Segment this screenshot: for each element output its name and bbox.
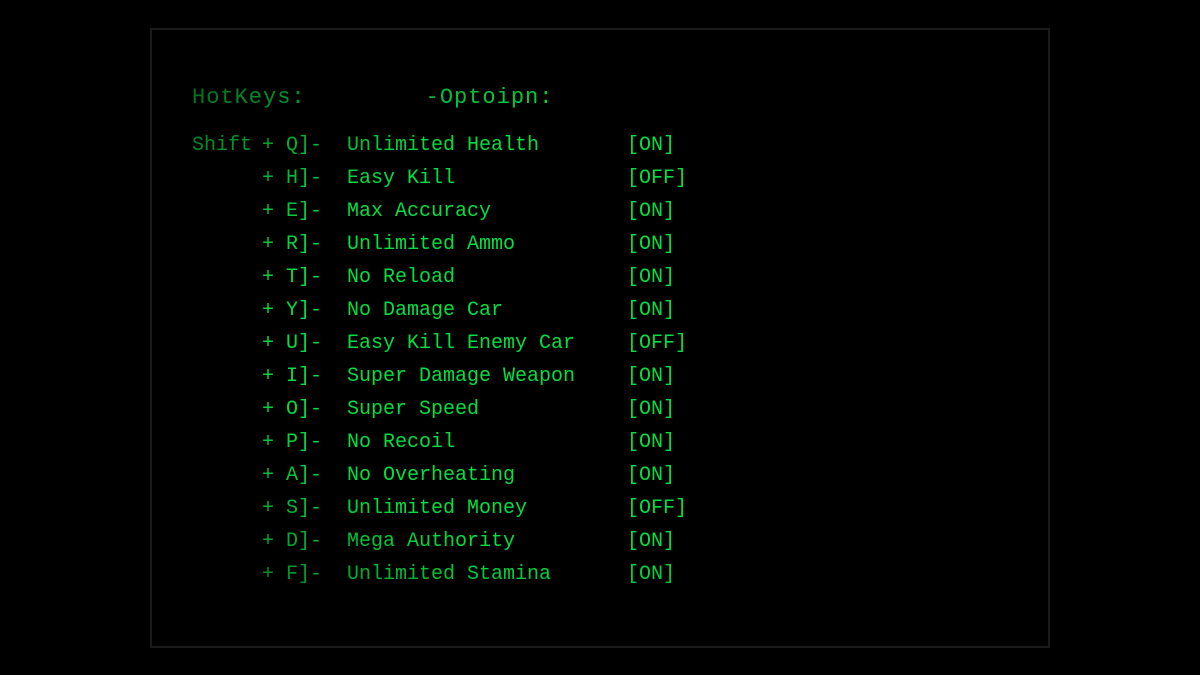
option-name-7: Super Damage Weapon <box>347 361 627 392</box>
option-status-5: [ON] <box>627 295 675 326</box>
option-name-9: No Recoil <box>347 427 627 458</box>
hotkey-key-1: + H]- <box>262 163 347 194</box>
option-status-8: [ON] <box>627 394 675 425</box>
option-header: -Optoipn: <box>426 85 554 110</box>
option-status-1: [OFF] <box>627 163 687 194</box>
option-row: + I]-Super Damage Weapon[ON] <box>192 361 1008 392</box>
main-container: HotKeys: -Optoipn: Shift+ Q]-Unlimited H… <box>150 28 1050 648</box>
option-row: + S]-Unlimited Money[OFF] <box>192 493 1008 524</box>
option-name-6: Easy Kill Enemy Car <box>347 328 627 359</box>
hotkey-key-13: + F]- <box>262 559 347 590</box>
option-status-2: [ON] <box>627 196 675 227</box>
option-status-3: [ON] <box>627 229 675 260</box>
hotkey-key-11: + S]- <box>262 493 347 524</box>
header-row: HotKeys: -Optoipn: <box>192 85 1008 110</box>
option-status-12: [ON] <box>627 526 675 557</box>
option-name-13: Unlimited Stamina <box>347 559 627 590</box>
hotkey-key-3: + R]- <box>262 229 347 260</box>
hotkey-key-4: + T]- <box>262 262 347 293</box>
cheat-panel: HotKeys: -Optoipn: Shift+ Q]-Unlimited H… <box>152 55 1048 620</box>
option-name-11: Unlimited Money <box>347 493 627 524</box>
hotkey-key-6: + U]- <box>262 328 347 359</box>
option-status-10: [ON] <box>627 460 675 491</box>
hotkey-key-0: + Q]- <box>262 130 347 161</box>
option-row: + Y]-No Damage Car[ON] <box>192 295 1008 326</box>
hotkeys-header: HotKeys: <box>192 85 306 110</box>
hotkey-key-8: + O]- <box>262 394 347 425</box>
option-name-3: Unlimited Ammo <box>347 229 627 260</box>
option-status-13: [ON] <box>627 559 675 590</box>
option-name-0: Unlimited Health <box>347 130 627 161</box>
option-status-11: [OFF] <box>627 493 687 524</box>
option-name-12: Mega Authority <box>347 526 627 557</box>
option-status-9: [ON] <box>627 427 675 458</box>
option-row: + O]-Super Speed[ON] <box>192 394 1008 425</box>
hotkey-key-10: + A]- <box>262 460 347 491</box>
hotkey-shift-0: Shift <box>192 130 262 161</box>
option-row: + F]-Unlimited Stamina[ON] <box>192 559 1008 590</box>
hotkey-key-9: + P]- <box>262 427 347 458</box>
option-status-6: [OFF] <box>627 328 687 359</box>
option-row: + P]-No Recoil[ON] <box>192 427 1008 458</box>
hotkey-key-7: + I]- <box>262 361 347 392</box>
option-status-7: [ON] <box>627 361 675 392</box>
option-name-10: No Overheating <box>347 460 627 491</box>
option-row: + H]-Easy Kill[OFF] <box>192 163 1008 194</box>
hotkey-key-12: + D]- <box>262 526 347 557</box>
option-row: + U]-Easy Kill Enemy Car[OFF] <box>192 328 1008 359</box>
hotkey-key-2: + E]- <box>262 196 347 227</box>
option-row: Shift+ Q]-Unlimited Health[ON] <box>192 130 1008 161</box>
option-status-4: [ON] <box>627 262 675 293</box>
option-name-1: Easy Kill <box>347 163 627 194</box>
option-row: + T]-No Reload[ON] <box>192 262 1008 293</box>
options-list: Shift+ Q]-Unlimited Health[ON]+ H]-Easy … <box>192 130 1008 590</box>
hotkey-key-5: + Y]- <box>262 295 347 326</box>
option-row: + R]-Unlimited Ammo[ON] <box>192 229 1008 260</box>
option-row: + A]-No Overheating[ON] <box>192 460 1008 491</box>
option-name-5: No Damage Car <box>347 295 627 326</box>
option-name-4: No Reload <box>347 262 627 293</box>
option-row: + D]-Mega Authority[ON] <box>192 526 1008 557</box>
option-row: + E]-Max Accuracy[ON] <box>192 196 1008 227</box>
option-name-8: Super Speed <box>347 394 627 425</box>
option-status-0: [ON] <box>627 130 675 161</box>
option-name-2: Max Accuracy <box>347 196 627 227</box>
